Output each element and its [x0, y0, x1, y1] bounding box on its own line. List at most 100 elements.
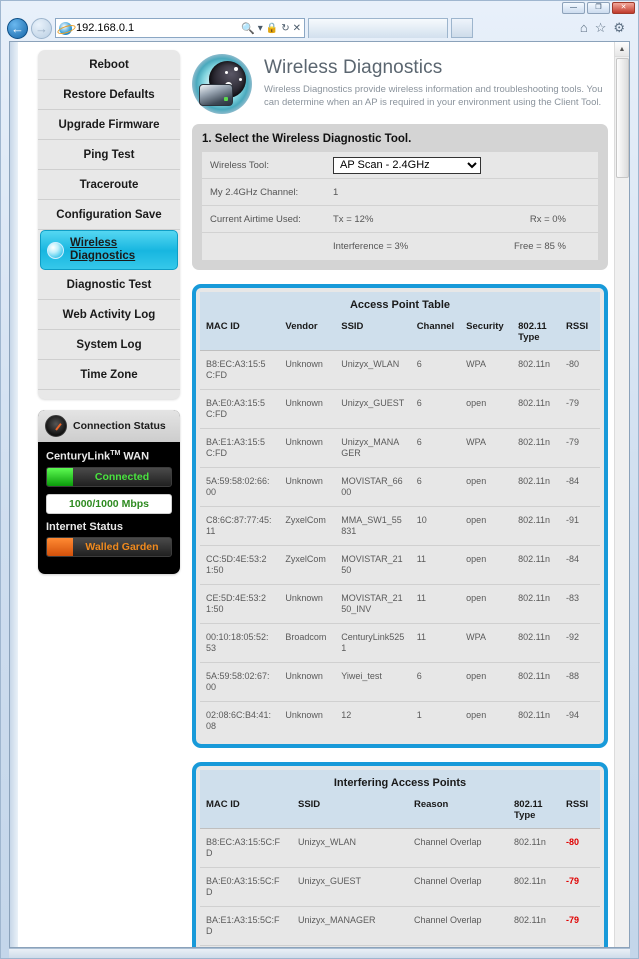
cell-reason: Channel Overlap	[408, 867, 508, 907]
disc-dot	[239, 78, 242, 81]
table-row: B8:EC:A3:15:5C:FD Unknown Unizyx_WLAN 6 WPA 8…	[200, 350, 600, 390]
sidebar-item-label: Diagnostic Test	[66, 278, 152, 291]
page-description: Wireless Diagnostics provide wireless in…	[264, 84, 603, 108]
cell-rssi: -83	[560, 584, 600, 624]
cell-mac: B8:EC:A3:15:5C:FD	[200, 350, 280, 390]
browser-logo-icon	[59, 21, 72, 35]
scroll-up-icon[interactable]: ▲	[614, 42, 629, 57]
access-point-table: Access Point Table MAC ID Vendor SSID Ch…	[200, 292, 600, 740]
wan-label: CenturyLinkTM WAN	[46, 450, 172, 463]
sidebar-item-label: Traceroute	[79, 178, 139, 191]
cell-channel: 1	[410, 701, 461, 740]
address-bar[interactable]: 192.168.0.1 🔍 ▾ 🔒 ↻ ✕	[55, 18, 305, 38]
cell-mac: CE:5D:4E:53:21:50	[200, 584, 280, 624]
cell-ssid: CenturyLink5251	[335, 623, 411, 663]
sidebar-item-traceroute[interactable]: Traceroute	[38, 170, 180, 200]
cell-security: open	[460, 467, 513, 507]
sidebar-item-web-activity-log[interactable]: Web Activity Log	[38, 300, 180, 330]
wireless-tool-row: Wireless Tool: AP Scan - 2.4GHz	[202, 152, 598, 179]
table-row: 5A:59:58:02:67:00 Unknown Yiwei_test 6 open 8…	[200, 662, 600, 702]
cell-type: 802.11n	[508, 828, 560, 868]
cell-type: 802.11n	[512, 428, 561, 468]
col-ssid: SSID	[292, 795, 408, 829]
cell-mac: 02:08:6C:B4:41:08	[200, 701, 280, 740]
cell-type: 802.11n	[512, 623, 561, 663]
back-arrow-icon[interactable]: ←	[7, 17, 28, 39]
cell-ssid: MOVISTAR_2150_INV	[335, 584, 411, 624]
cell-security: open	[460, 701, 513, 740]
sidebar-item-label: System Log	[76, 338, 142, 351]
sidebar-item-reboot[interactable]: Reboot	[38, 50, 180, 80]
new-tab-button[interactable]	[451, 18, 473, 38]
wireless-tool-select[interactable]: AP Scan - 2.4GHz	[333, 156, 481, 174]
connection-status-body: CenturyLinkTM WAN Connected 1000/1000 Mb…	[38, 442, 180, 574]
cell-mac: 5A:59:58:02:66:00	[200, 467, 280, 507]
cell-channel: 6	[410, 389, 461, 429]
speedometer-icon	[45, 415, 67, 437]
sidebar-item-diagnostic-test[interactable]: Diagnostic Test	[38, 270, 180, 300]
browser-tab[interactable]	[308, 18, 448, 38]
cell-vendor: ZyxelCom	[279, 545, 336, 585]
cell-rssi: -84	[560, 945, 600, 947]
airtime-label: Current Airtime Used:	[210, 213, 301, 225]
sidebar-item-restore-defaults[interactable]: Restore Defaults	[38, 80, 180, 110]
access-point-table-head: MAC ID Vendor SSID Channel Security 802.…	[200, 317, 600, 351]
refresh-icon[interactable]: ↻	[281, 23, 289, 34]
col-rssi: RSSI	[560, 795, 600, 829]
maximize-button[interactable]: ❐	[587, 2, 610, 14]
interfering-table-body: B8:EC:A3:15:5C:FD Unizyx_WLAN Channel Over…	[200, 828, 600, 947]
sidebar-item-ping-test[interactable]: Ping Test	[38, 140, 180, 170]
vertical-scrollbar[interactable]: ▲	[614, 42, 629, 947]
table-row: CC:5D:4E:53:21:50 ZyxelCom MOVISTAR_2150 11…	[200, 545, 600, 585]
connection-status-header: Connection Status	[38, 410, 180, 442]
col-rssi: RSSI	[560, 317, 600, 351]
scrollbar-thumb[interactable]	[615, 58, 629, 178]
free-value: Free = 85 %	[513, 241, 566, 252]
internet-status-text: Walled Garden	[85, 540, 159, 553]
browser-toolbar-icons: ⌂ ☆ ⚙	[580, 20, 632, 36]
cell-type: 802.11n	[512, 467, 561, 507]
sidebar-item-system-log[interactable]: System Log	[38, 330, 180, 360]
interfering-table-caption: Interfering Access Points	[200, 770, 600, 795]
search-icon[interactable]: 🔍	[241, 22, 255, 35]
forward-arrow-icon[interactable]: →	[31, 17, 52, 39]
cell-ssid: Unizyx_WLAN	[335, 350, 411, 390]
tx-value: Tx = 12%	[333, 213, 374, 225]
horizontal-scrollbar[interactable]	[9, 948, 630, 958]
cell-mac: BA:E0:A3:15:5C:FD	[200, 867, 292, 907]
cell-reason: Channel Overlap	[408, 828, 508, 868]
interference-value: Interference = 3%	[333, 241, 409, 252]
cell-mac: 00:10:18:05:52:53	[200, 623, 280, 663]
channel-value: 1	[333, 186, 339, 198]
cell-channel: 10	[410, 506, 461, 546]
cell-reason: Channel Overlap	[408, 945, 508, 947]
cell-mac: BA:E0:A3:15:5C:FD	[200, 389, 280, 429]
minimize-button[interactable]: —	[562, 2, 585, 14]
sidebar-item-upgrade-firmware[interactable]: Upgrade Firmware	[38, 110, 180, 140]
sidebar-item-configuration-save[interactable]: Configuration Save	[38, 200, 180, 230]
sidebar-item-label: Upgrade Firmware	[58, 118, 160, 131]
close-button[interactable]: ✕	[612, 2, 635, 14]
cell-ssid: Unizyx_GUEST	[335, 389, 411, 429]
gear-icon[interactable]: ⚙	[613, 20, 625, 36]
trademark-symbol: TM	[110, 450, 121, 457]
cell-vendor: Unknown	[279, 584, 336, 624]
home-icon[interactable]: ⌂	[580, 20, 588, 36]
sidebar-item-wireless-diagnostics[interactable]: Wireless Diagnostics	[40, 230, 178, 270]
wireless-diagnostics-icon	[192, 54, 252, 114]
cell-type: 802.11n	[512, 584, 561, 624]
stop-icon[interactable]: ✕	[293, 23, 301, 34]
chevron-down-icon[interactable]: ▾	[258, 23, 263, 34]
tool-selection-panel: 1. Select the Wireless Diagnostic Tool. …	[192, 124, 608, 270]
cell-ssid: MOVISTAR_6600	[292, 945, 408, 947]
sidebar-item-label: Reboot	[89, 58, 129, 71]
sidebar-item-time-zone[interactable]: Time Zone	[38, 360, 180, 390]
airtime-row: Current Airtime Used: Tx = 12% Rx = 0%	[202, 206, 598, 233]
col-80211-type: 802.11 Type	[508, 795, 560, 829]
star-icon[interactable]: ☆	[595, 20, 607, 36]
internet-status-badge: Walled Garden	[46, 536, 172, 557]
cell-rssi: -80	[560, 828, 600, 868]
cell-channel: 11	[410, 623, 461, 663]
sidebar-item-label: Ping Test	[83, 148, 135, 161]
sidebar-item-label: Web Activity Log	[62, 308, 156, 321]
